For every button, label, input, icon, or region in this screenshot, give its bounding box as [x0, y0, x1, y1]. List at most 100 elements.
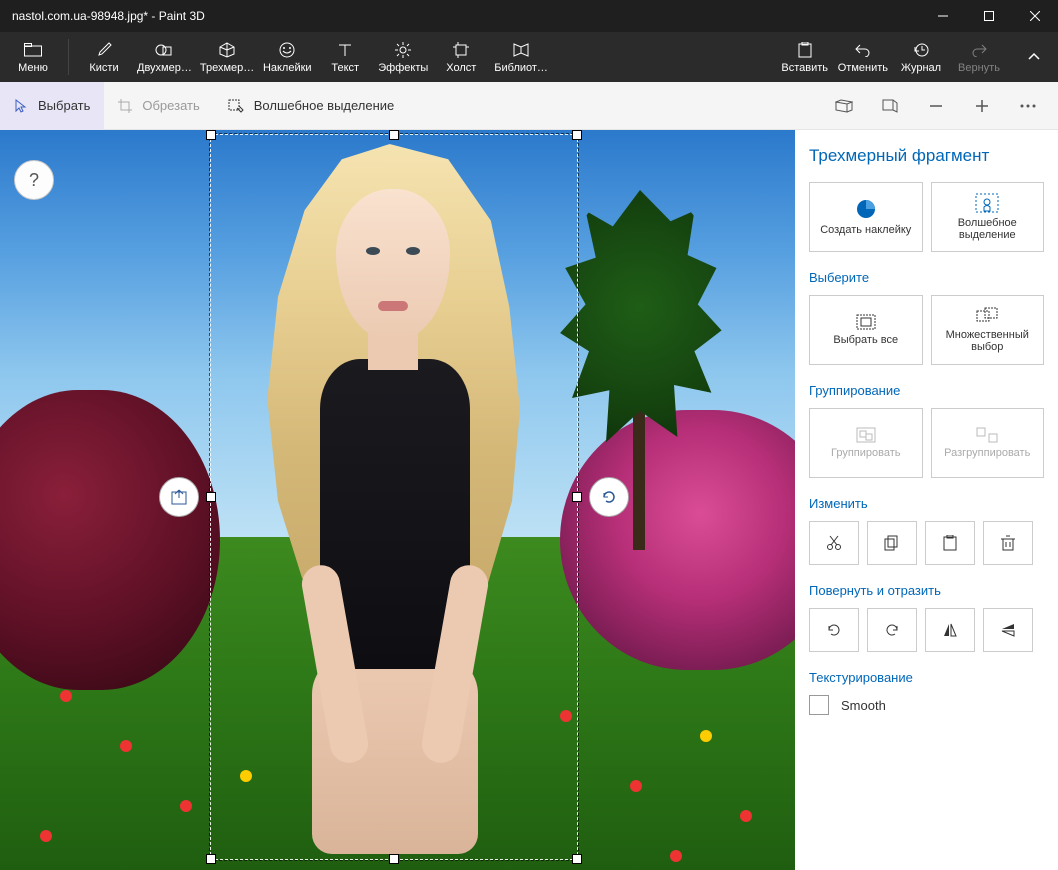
- stickers-button[interactable]: Наклейки: [258, 32, 316, 82]
- depth-button[interactable]: [159, 477, 199, 517]
- library-label: Библиот…: [494, 62, 548, 74]
- paste-icon-button[interactable]: [925, 521, 975, 565]
- shapes3d-label: Трехмер…: [200, 62, 254, 74]
- text-label: Текст: [331, 62, 359, 74]
- canvas-icon: [453, 40, 469, 60]
- handle-bottom-left[interactable]: [206, 854, 216, 864]
- delete-button[interactable]: [983, 521, 1033, 565]
- texturing-label: Текстурирование: [809, 670, 1044, 685]
- magic-select-tool[interactable]: Волшебное выделение: [214, 82, 409, 130]
- handle-right[interactable]: [572, 492, 582, 502]
- select-label: Выбрать: [38, 98, 90, 113]
- shapes2d-button[interactable]: Двухмер…: [133, 32, 196, 82]
- undo-button[interactable]: Отменить: [834, 32, 892, 82]
- group-button: Группировать: [809, 408, 923, 478]
- canvas-button[interactable]: Холст: [432, 32, 490, 82]
- paste-button[interactable]: Вставить: [776, 32, 834, 82]
- ungroup-button: Разгруппировать: [931, 408, 1045, 478]
- sticker-icon: [855, 198, 877, 220]
- history-button[interactable]: Журнал: [892, 32, 950, 82]
- brush-icon: [96, 40, 112, 60]
- crop-label: Обрезать: [142, 98, 199, 113]
- group-icon: [856, 427, 876, 443]
- multi-select-button[interactable]: Множественный выбор: [931, 295, 1045, 365]
- rotate-right-button[interactable]: [867, 608, 917, 652]
- choose-label: Выберите: [809, 270, 1044, 285]
- crop-tool[interactable]: Обрезать: [104, 82, 213, 130]
- redo-button[interactable]: Вернуть: [950, 32, 1008, 82]
- flip-horizontal-button[interactable]: [925, 608, 975, 652]
- handle-bottom[interactable]: [389, 854, 399, 864]
- history-icon: [913, 40, 929, 60]
- make-sticker-button[interactable]: Создать наклейку: [809, 182, 923, 252]
- canvas-area[interactable]: ?: [0, 130, 795, 870]
- zoom-out-button[interactable]: [914, 82, 958, 130]
- side-panel: Трехмерный фрагмент Создать наклейку Вол…: [795, 130, 1058, 870]
- magic-select-button[interactable]: Волшебное выделение: [931, 182, 1045, 252]
- maximize-button[interactable]: [966, 0, 1012, 32]
- handle-top[interactable]: [389, 130, 399, 140]
- sub-toolbar: Выбрать Обрезать Волшебное выделение: [0, 82, 1058, 130]
- shapes3d-button[interactable]: Трехмер…: [196, 32, 258, 82]
- paste-icon: [798, 40, 812, 60]
- rotate-button[interactable]: [589, 477, 629, 517]
- effects-button[interactable]: Эффекты: [374, 32, 432, 82]
- shapes2d-label: Двухмер…: [137, 62, 192, 74]
- close-button[interactable]: [1012, 0, 1058, 32]
- effects-label: Эффекты: [378, 62, 428, 74]
- menu-button[interactable]: Меню: [4, 32, 62, 82]
- ribbon: Меню Кисти Двухмер… Трехмер… Наклейки Те…: [0, 32, 1058, 82]
- view-3d-button[interactable]: [822, 82, 866, 130]
- crop-icon: [118, 99, 132, 113]
- magic-select-label: Волшебное выделение: [936, 217, 1040, 241]
- separator: [68, 39, 69, 75]
- select-tool[interactable]: Выбрать: [0, 82, 104, 130]
- handle-left[interactable]: [206, 492, 216, 502]
- magic-icon: [228, 99, 244, 113]
- smooth-checkbox[interactable]: [809, 695, 829, 715]
- smooth-label: Smooth: [841, 698, 886, 713]
- window-title: nastol.com.ua-98948.jpg* - Paint 3D: [0, 9, 920, 23]
- handle-top-left[interactable]: [206, 130, 216, 140]
- selection-bounds[interactable]: [210, 134, 578, 860]
- ungroup-label: Разгруппировать: [944, 447, 1030, 459]
- handle-top-right[interactable]: [572, 130, 582, 140]
- grouping-label: Группирование: [809, 383, 1044, 398]
- copy-button[interactable]: [867, 521, 917, 565]
- menu-label: Меню: [18, 62, 48, 74]
- select-all-button[interactable]: Выбрать все: [809, 295, 923, 365]
- title-bar: nastol.com.ua-98948.jpg* - Paint 3D: [0, 0, 1058, 32]
- folder-icon: [24, 40, 42, 60]
- cursor-icon: [14, 99, 28, 113]
- zoom-in-button[interactable]: [960, 82, 1004, 130]
- view-mixed-button[interactable]: [868, 82, 912, 130]
- edit-label: Изменить: [809, 496, 1044, 511]
- magic-select-icon: [975, 193, 999, 213]
- minimize-button[interactable]: [920, 0, 966, 32]
- ungroup-icon: [976, 427, 998, 443]
- rotate-left-button[interactable]: [809, 608, 859, 652]
- cut-button[interactable]: [809, 521, 859, 565]
- handle-bottom-right[interactable]: [572, 854, 582, 864]
- library-button[interactable]: Библиот…: [490, 32, 552, 82]
- panel-title: Трехмерный фрагмент: [809, 146, 1044, 166]
- expand-panel-button[interactable]: [1014, 37, 1054, 77]
- shapes3d-icon: [219, 40, 235, 60]
- redo-label: Вернуть: [958, 62, 1000, 74]
- magic-label: Волшебное выделение: [254, 98, 395, 113]
- more-button[interactable]: [1006, 82, 1050, 130]
- undo-icon: [855, 40, 871, 60]
- help-button[interactable]: ?: [14, 160, 54, 200]
- group-label: Группировать: [831, 447, 901, 459]
- multi-select-icon: [976, 307, 998, 325]
- select-all-icon: [856, 314, 876, 330]
- history-label: Журнал: [901, 62, 941, 74]
- multi-select-label: Множественный выбор: [936, 329, 1040, 353]
- effects-icon: [395, 40, 411, 60]
- brushes-button[interactable]: Кисти: [75, 32, 133, 82]
- text-button[interactable]: Текст: [316, 32, 374, 82]
- make-sticker-label: Создать наклейку: [820, 224, 911, 236]
- stickers-label: Наклейки: [263, 62, 312, 74]
- flip-vertical-button[interactable]: [983, 608, 1033, 652]
- text-icon: [338, 40, 352, 60]
